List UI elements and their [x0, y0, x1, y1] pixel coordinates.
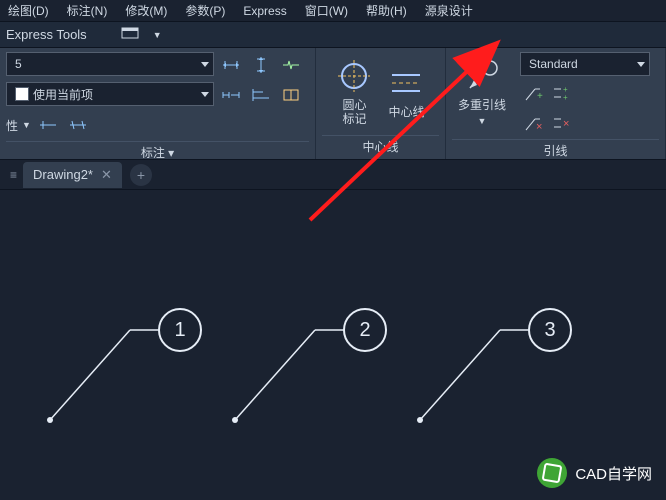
panel-label-dim: 标注 ▾ — [6, 141, 309, 163]
tabs-menu-icon[interactable]: ≡ — [4, 168, 23, 182]
drawing-canvas[interactable]: 1 2 3 CAD自学网 — [0, 190, 666, 500]
dimlayer-dropdown[interactable]: 使用当前项 — [6, 82, 214, 106]
tab-label: Drawing2* — [33, 167, 93, 182]
menu-modify[interactable]: 修改(M) — [125, 2, 167, 19]
continue-dim-icon[interactable] — [218, 82, 244, 108]
panel-label-leader: 引线 — [452, 139, 659, 161]
menu-express[interactable]: Express — [243, 4, 286, 18]
leader-style-dropdown[interactable]: Standard — [520, 52, 650, 76]
panel-expand-icon[interactable] — [121, 27, 139, 42]
menu-draw[interactable]: 绘图(D) — [8, 2, 49, 19]
leader-badge-2: 2 — [343, 308, 387, 352]
dimstyle-dropdown[interactable]: 5 — [6, 52, 214, 76]
ribbon-tab-express[interactable]: Express Tools — [6, 27, 87, 42]
remove-leader-icon[interactable]: × — [520, 110, 546, 136]
oblique-dim-icon[interactable] — [65, 112, 91, 138]
panel-centerline: 圆心 标记 中心线 中心线 — [316, 48, 446, 159]
ribbon: 5 使用当前项 — [0, 48, 666, 160]
chevron-down-icon: ▼ — [22, 120, 31, 130]
menu-param[interactable]: 参数(P) — [185, 2, 225, 19]
baseline-dim-icon[interactable] — [248, 82, 274, 108]
svg-text:×: × — [536, 121, 542, 133]
dimlayer-value: 使用当前项 — [33, 86, 93, 103]
chevron-down-icon — [201, 62, 209, 67]
dim-break-icon[interactable] — [278, 52, 304, 78]
leader-style-value: Standard — [529, 57, 578, 71]
dimstyle-value: 5 — [15, 57, 22, 71]
watermark-text: CAD自学网 — [575, 463, 652, 484]
layer-color-swatch — [15, 87, 29, 101]
tolerance-icon[interactable] — [278, 82, 304, 108]
menu-window[interactable]: 窗口(W) — [305, 2, 348, 19]
new-tab-button[interactable]: + — [130, 164, 152, 186]
svg-text:+: + — [537, 91, 543, 102]
document-tabs: ≡ Drawing2* ✕ + — [0, 160, 666, 190]
panel-dimension: 5 使用当前项 — [0, 48, 316, 159]
align-leader-icon[interactable]: ++ — [548, 80, 574, 106]
watermark: CAD自学网 — [537, 458, 652, 488]
dim-prop-label: 性 — [6, 117, 18, 134]
menu-dim[interactable]: 标注(N) — [67, 2, 108, 19]
menubar: 绘图(D) 标注(N) 修改(M) 参数(P) Express 窗口(W) 帮助… — [0, 0, 666, 22]
ribbon-tab-bar: Express Tools ▼ — [0, 22, 666, 48]
add-leader-icon[interactable]: + — [520, 80, 546, 106]
dim-update-icon[interactable] — [248, 52, 274, 78]
svg-text:×: × — [563, 118, 569, 130]
center-mark-button[interactable]: 圆心 标记 — [330, 54, 378, 130]
panel-leader: 多重引线 ▼ Standard + ++ × × 引线 — [446, 48, 666, 159]
wechat-icon — [537, 458, 567, 488]
chevron-down-icon — [201, 92, 209, 97]
update-dim-icon[interactable] — [218, 52, 244, 78]
panel-label-center: 中心线 — [322, 135, 439, 157]
leader-badge-3: 3 — [528, 308, 572, 352]
leader-badge-1: 1 — [158, 308, 202, 352]
multileader-button[interactable]: 多重引线 ▼ — [452, 52, 512, 132]
collect-leader-icon[interactable]: × — [548, 110, 574, 136]
menu-yuanquan[interactable]: 源泉设计 — [425, 2, 473, 19]
svg-text:+: + — [563, 93, 568, 102]
tab-drawing2[interactable]: Drawing2* ✕ — [23, 162, 122, 188]
quick-dim-icon[interactable] — [35, 112, 61, 138]
menu-help[interactable]: 帮助(H) — [366, 2, 407, 19]
centerline-button[interactable]: 中心线 — [382, 61, 430, 123]
close-icon[interactable]: ✕ — [101, 167, 112, 183]
chevron-down-icon: ▼ — [478, 114, 487, 128]
chevron-down-icon — [637, 62, 645, 67]
